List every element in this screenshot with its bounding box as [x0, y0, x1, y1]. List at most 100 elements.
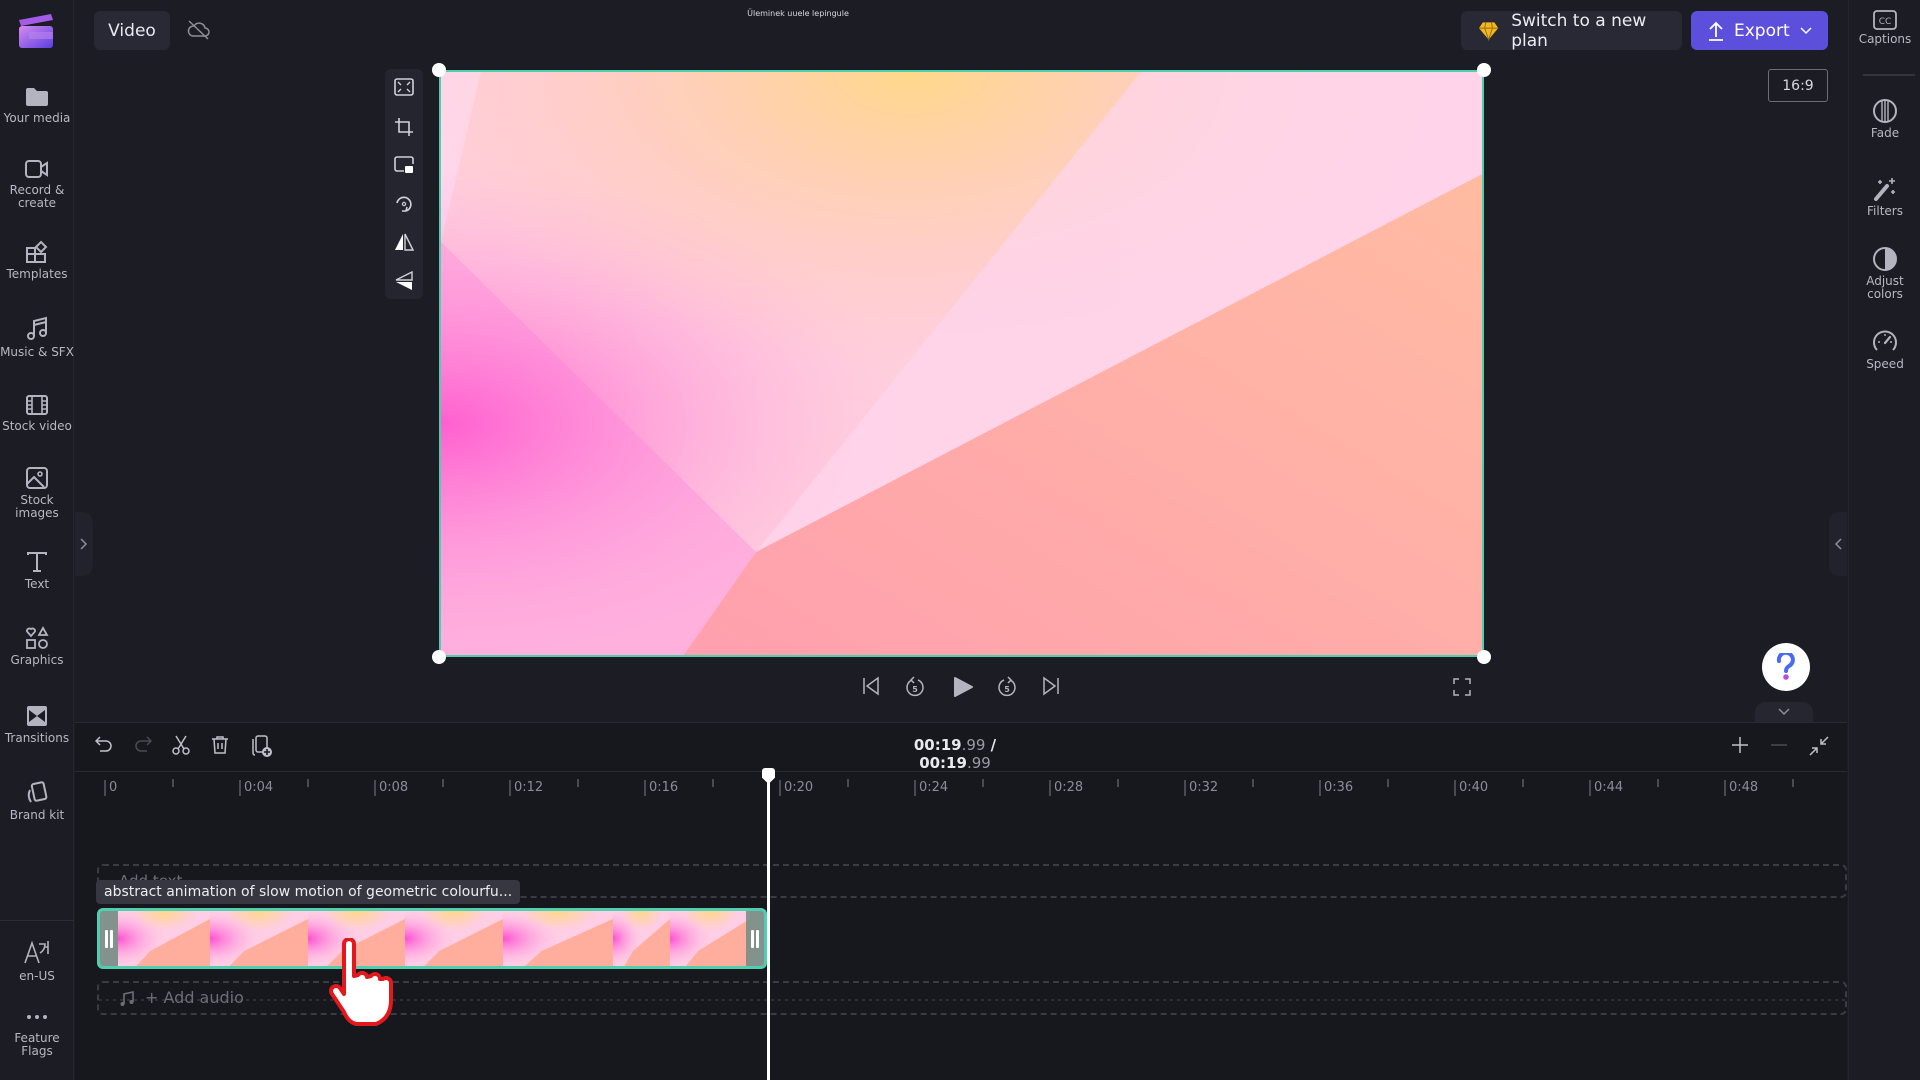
- properties-label: Fade: [1870, 126, 1900, 140]
- playhead-line[interactable]: [767, 776, 770, 1080]
- chevron-left-icon: [1834, 538, 1842, 550]
- ruler-minor-tick: [846, 779, 849, 787]
- sidebar-label: Flags: [21, 1044, 53, 1058]
- sidebar-item-your-media[interactable]: Your media: [0, 86, 74, 125]
- clip-title-tooltip: abstract animation of slow motion of geo…: [96, 880, 521, 904]
- project-type-chip[interactable]: Video: [94, 11, 170, 50]
- sidebar-item-templates[interactable]: Templates: [0, 240, 74, 281]
- resize-handle-bottom-right[interactable]: [1477, 650, 1491, 664]
- expand-right-panel-button[interactable]: [1829, 512, 1847, 576]
- ruler-minor-tick: [1251, 779, 1254, 787]
- sidebar-item-brand-kit[interactable]: Brand kit: [0, 781, 74, 822]
- redo-button[interactable]: [134, 735, 153, 757]
- app-logo[interactable]: [17, 12, 55, 50]
- sidebar-label: create: [17, 196, 57, 210]
- chevron-down-icon: [1800, 26, 1812, 34]
- skip-to-end-button[interactable]: [1041, 676, 1061, 700]
- chevron-down-icon: [1778, 708, 1790, 716]
- magic-wand-icon: [1874, 178, 1895, 201]
- play-button[interactable]: [952, 676, 974, 702]
- resize-handle-top-left[interactable]: [432, 63, 446, 77]
- properties-label: Speed: [1866, 357, 1904, 371]
- contrast-icon: [1873, 247, 1897, 271]
- clip-trim-handle-left[interactable]: [100, 911, 118, 966]
- svg-text:5: 5: [1004, 685, 1010, 694]
- crop-icon[interactable]: [394, 117, 414, 137]
- captions-icon: CC: [1873, 10, 1897, 30]
- ruler-minor-tick: [1791, 779, 1794, 787]
- resize-handle-bottom-left[interactable]: [432, 650, 446, 664]
- zoom-out-button[interactable]: [1770, 736, 1788, 758]
- diamond-icon: [1478, 21, 1499, 41]
- ruler-major-tick: [104, 780, 106, 796]
- properties-label: Captions: [1858, 32, 1912, 46]
- sidebar-item-language[interactable]: en-US: [0, 938, 74, 983]
- ruler-major-tick: [779, 780, 781, 796]
- zoom-in-button[interactable]: [1731, 736, 1749, 758]
- play-icon: [954, 677, 973, 697]
- sidebar-item-record-create[interactable]: Record & create: [0, 158, 74, 210]
- ruler-major-tick: [1184, 780, 1186, 796]
- properties-item-adjust-colors[interactable]: Adjust colors: [1849, 246, 1920, 301]
- properties-item-speed[interactable]: Speed: [1849, 329, 1920, 371]
- skip-back-icon: [863, 676, 879, 696]
- split-button[interactable]: [171, 735, 191, 759]
- flip-horizontal-icon[interactable]: [394, 232, 415, 252]
- rewind-5-button[interactable]: 5: [904, 676, 926, 702]
- forward-5-button[interactable]: 5: [996, 676, 1018, 702]
- sidebar-item-stock-video[interactable]: Stock video: [0, 394, 74, 433]
- timeline-ruler[interactable]: 0 0:04 0:08 0:12 0:16 0:20 0:24 0:28 0:32 0:36 0:4…: [75, 771, 1847, 801]
- sidebar-item-text[interactable]: Text: [0, 550, 74, 591]
- clip-trim-handle-right[interactable]: [746, 911, 764, 966]
- switch-plan-button[interactable]: Switch to a new plan: [1461, 11, 1682, 51]
- fit-timeline-button[interactable]: [1809, 736, 1829, 760]
- ruler-major-tick: [644, 780, 646, 796]
- sidebar-label: Your media: [3, 111, 71, 125]
- ruler-label: 0:48: [1729, 780, 1759, 795]
- ruler-label: 0:32: [1189, 780, 1219, 795]
- picture-in-picture-icon[interactable]: [394, 156, 414, 176]
- more-icon: [27, 1015, 47, 1019]
- collapse-timeline-button[interactable]: [1755, 702, 1813, 722]
- sidebar-item-stock-images[interactable]: Stock images: [0, 466, 74, 520]
- collapse-arrows-icon: [1809, 736, 1829, 756]
- fit-icon[interactable]: [394, 78, 414, 98]
- export-button[interactable]: Export: [1691, 11, 1828, 50]
- sidebar-label: Templates: [6, 267, 68, 281]
- ruler-minor-tick: [1386, 779, 1389, 787]
- cloud-off-icon[interactable]: [187, 20, 211, 44]
- duplicate-button[interactable]: [250, 735, 272, 761]
- delete-button[interactable]: [210, 735, 230, 759]
- preview-toolbar: [385, 69, 423, 299]
- current-time-fraction: .99: [961, 736, 986, 754]
- svg-text:5: 5: [912, 685, 918, 694]
- video-camera-icon: [25, 160, 48, 178]
- properties-item-captions[interactable]: CC Captions: [1849, 10, 1920, 46]
- rotate-icon[interactable]: [394, 194, 414, 214]
- video-clip[interactable]: [97, 908, 767, 969]
- resize-handle-top-right[interactable]: [1477, 63, 1491, 77]
- sidebar-item-graphics[interactable]: Graphics: [0, 626, 74, 667]
- video-preview-canvas[interactable]: [439, 70, 1484, 657]
- sidebar-item-transitions[interactable]: Transitions: [0, 704, 74, 745]
- rewind-icon: 5: [906, 676, 924, 697]
- sidebar-item-music-sfx[interactable]: Music & SFX: [0, 316, 74, 359]
- right-sidebar: CC Captions Fade Filters Adjust colors S…: [1848, 0, 1920, 1080]
- help-button[interactable]: [1762, 643, 1810, 691]
- skip-to-start-button[interactable]: [861, 676, 881, 700]
- transitions-icon: [27, 706, 47, 726]
- sidebar-item-feature-flags[interactable]: Feature Flags: [0, 1012, 74, 1058]
- film-strip-icon: [26, 395, 48, 415]
- image-icon: [26, 467, 48, 489]
- properties-item-filters[interactable]: Filters: [1849, 176, 1920, 218]
- aspect-ratio-button[interactable]: 16:9: [1768, 69, 1828, 102]
- flip-vertical-icon[interactable]: [394, 270, 414, 291]
- expand-left-panel-button[interactable]: [75, 512, 93, 576]
- export-label: Export: [1734, 20, 1790, 41]
- properties-divider: [1863, 74, 1915, 76]
- shapes-icon: [26, 626, 49, 649]
- svg-text:CC: CC: [1879, 17, 1892, 27]
- fullscreen-button[interactable]: [1453, 678, 1471, 700]
- undo-button[interactable]: [94, 735, 113, 757]
- properties-item-fade[interactable]: Fade: [1849, 98, 1920, 140]
